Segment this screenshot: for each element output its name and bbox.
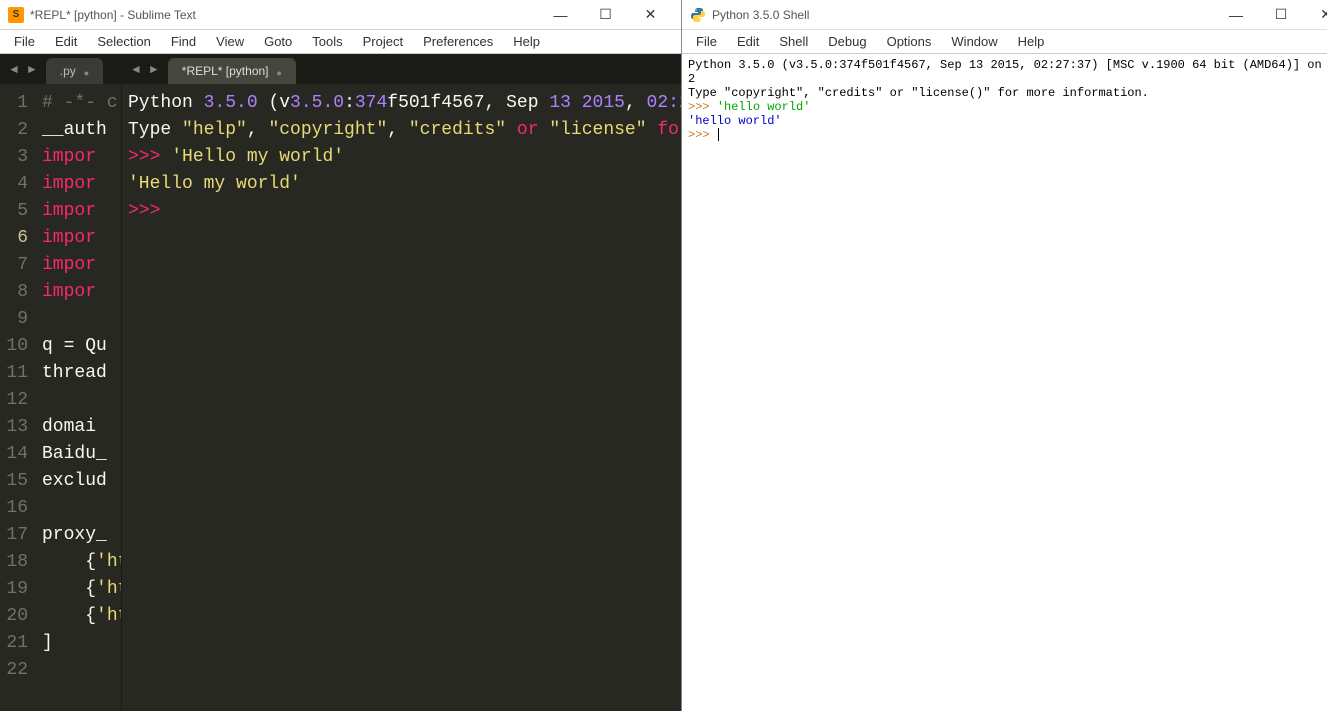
menu-find[interactable]: Find [161,31,206,52]
menu-options[interactable]: Options [877,31,942,52]
sublime-menubar: File Edit Selection Find View Goto Tools… [0,30,681,54]
menu-window[interactable]: Window [941,31,1007,52]
menu-debug[interactable]: Debug [818,31,876,52]
tab-py[interactable]: .py [46,58,103,84]
repl-output[interactable]: Python 3.5.0 (v3.5.0:374f501f4567, Sep 1… [122,84,681,711]
gutter-left: 12345678910111213141516171819202122 [0,84,36,711]
tab-nav-right: ◄ ► [122,62,168,76]
right-pane[interactable]: Python 3.5.0 (v3.5.0:374f501f4567, Sep 1… [122,84,681,711]
sublime-window: S *REPL* [python] - Sublime Text — ☐ ✕ F… [0,0,682,711]
menu-selection[interactable]: Selection [87,31,160,52]
menu-file[interactable]: File [4,31,45,52]
tab-prev-icon[interactable]: ◄ [6,62,22,76]
tab-next-icon[interactable]: ► [24,62,40,76]
window-controls: — ☐ ✕ [538,1,673,29]
menu-edit[interactable]: Edit [727,31,769,52]
menu-view[interactable]: View [206,31,254,52]
tab-repl[interactable]: *REPL* [python] [168,58,296,84]
idle-window: Python 3.5.0 Shell — ☐ ✕ File Edit Shell… [682,0,1327,711]
sublime-app-icon: S [8,7,24,23]
menu-tools[interactable]: Tools [302,31,352,52]
sublime-title: *REPL* [python] - Sublime Text [30,8,538,22]
menu-shell[interactable]: Shell [769,31,818,52]
menu-file[interactable]: File [686,31,727,52]
tab-close-icon[interactable] [84,64,89,79]
left-pane[interactable]: 12345678910111213141516171819202122 # -*… [0,84,122,711]
tab-nav-left: ◄ ► [0,62,46,76]
tab-close-icon[interactable] [277,64,282,79]
tab-label: .py [60,64,76,78]
minimize-button[interactable]: — [1214,1,1259,29]
idle-title: Python 3.5.0 Shell [712,8,1214,22]
idle-menubar: File Edit Shell Debug Options Window Hel… [682,30,1327,54]
close-button[interactable]: ✕ [1304,1,1327,29]
tab-prev-icon[interactable]: ◄ [128,62,144,76]
menu-goto[interactable]: Goto [254,31,302,52]
idle-shell-body[interactable]: Python 3.5.0 (v3.5.0:374f501f4567, Sep 1… [682,54,1327,711]
menu-edit[interactable]: Edit [45,31,87,52]
menu-help[interactable]: Help [503,31,550,52]
tabbar: ◄ ► .py ◄ ► *REPL* [python] [0,54,681,84]
tab-label: *REPL* [python] [182,64,269,78]
menu-project[interactable]: Project [353,31,413,52]
idle-titlebar: Python 3.5.0 Shell — ☐ ✕ [682,0,1327,30]
close-button[interactable]: ✕ [628,1,673,29]
tab-next-icon[interactable]: ► [146,62,162,76]
menu-help[interactable]: Help [1008,31,1055,52]
maximize-button[interactable]: ☐ [1259,1,1304,29]
sublime-titlebar: S *REPL* [python] - Sublime Text — ☐ ✕ [0,0,681,30]
python-app-icon [690,7,706,23]
code-left[interactable]: # -*- c__authimporimporimporimporimporim… [36,84,121,711]
minimize-button[interactable]: — [538,1,583,29]
menu-preferences[interactable]: Preferences [413,31,503,52]
editor-area: 12345678910111213141516171819202122 # -*… [0,84,681,711]
maximize-button[interactable]: ☐ [583,1,628,29]
window-controls: — ☐ ✕ [1214,1,1327,29]
